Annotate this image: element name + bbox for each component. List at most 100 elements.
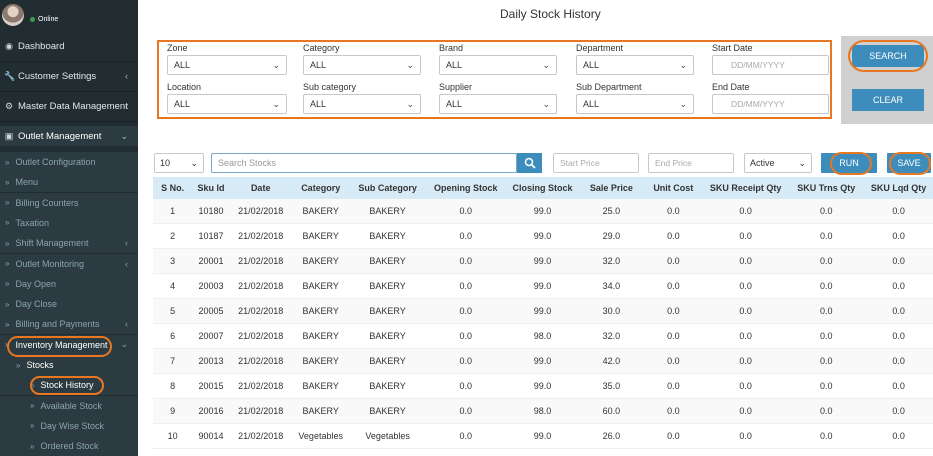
table-cell: BAKERY [369,206,406,216]
column-header[interactable]: Sku Id [192,183,229,193]
column-header[interactable]: Closing Stock [506,183,579,193]
table-row[interactable]: 8 20015 21/02/2018 BAKERY BAKERY 0.0 99.0 35.0 0… [153,374,933,399]
start-price-input[interactable]: Start Price [553,153,639,173]
table-cell: 30.0 [602,306,621,316]
sidebar-item-outlet-monitoring[interactable]: » Outlet Monitoring ‹ [0,253,138,274]
sidebar-item-label: Menu [15,177,38,188]
table-cell: 0.0 [459,256,473,266]
table-cell: 5 [170,306,176,316]
run-button[interactable]: RUN [821,153,877,173]
clear-button[interactable]: CLEAR [852,89,924,111]
table-cell: 99.0 [533,281,552,291]
end-date-input[interactable]: DD/MM/YYYY [712,94,829,114]
angle-double-right-icon: » [5,279,10,289]
user-status: Online [30,16,58,23]
table-cell: 10 [167,431,178,441]
table-cell: 1 [170,206,176,216]
table-cell: 21/02/2018 [238,206,284,216]
sidebar-item-billing-and-payments[interactable]: » Billing and Payments ‹ [0,314,138,335]
supplier-select[interactable]: ALL ⌄ [439,94,557,114]
sidebar-item-menu[interactable]: » Menu [0,172,138,193]
brand-label: Brand [439,43,464,53]
sidebar-item-available-stock[interactable]: » Available Stock [0,395,138,416]
table-row[interactable]: 7 20013 21/02/2018 BAKERY BAKERY 0.0 99.0 42.0 0… [153,349,933,374]
table-header: S No. Sku Id Date Category Sub Category Openi… [153,177,933,199]
table-cell: 3 [170,256,176,266]
sidebar-item-outlet-configuration[interactable]: » Outlet Configuration [0,152,138,172]
category-select[interactable]: ALL ⌄ [303,55,421,75]
column-header[interactable]: Category [292,183,350,193]
table-cell: 0.0 [667,381,680,391]
sidebar-item-day-close[interactable]: » Day Close [0,294,138,315]
column-header[interactable]: Sale Price [579,183,644,193]
sidebar-item-billing-counters[interactable]: » Billing Counters [0,192,138,213]
column-header[interactable]: Opening Stock [425,183,506,193]
chevron-down-icon: ⌄ [679,99,687,109]
column-header[interactable]: SKU Receipt Qty [703,183,789,193]
table-row[interactable]: 2 10187 21/02/2018 BAKERY BAKERY 0.0 99.0 29.0 0… [153,224,933,249]
zone-select[interactable]: ALL ⌄ [167,55,287,75]
sidebar-item-label: Taxation [15,217,49,228]
table-row[interactable]: 1 10180 21/02/2018 BAKERY BAKERY 0.0 99.0 25.0 0… [153,199,933,224]
sidebar-item-dashboard[interactable]: ◉ Dashboard [0,36,138,56]
column-header[interactable]: Unit Cost [644,183,703,193]
save-button[interactable]: SAVE [887,153,931,173]
table-cell: 0.0 [667,431,680,441]
column-header[interactable]: S No. [153,183,192,193]
table-row[interactable]: 4 20003 21/02/2018 BAKERY BAKERY 0.0 99.0 34.0 0… [153,274,933,299]
chevron-left-icon: ‹ [125,101,128,111]
sidebar-item-day-wise-stock[interactable]: » Day Wise Stock [0,415,138,436]
sidebar-item-label: Customer Settings [18,70,97,82]
table-row[interactable]: 5 20005 21/02/2018 BAKERY BAKERY 0.0 99.0 30.0 0… [153,299,933,324]
angle-double-right-icon: » [5,157,10,167]
sidebar-item-shift-management[interactable]: » Shift Management ‹ [0,233,138,254]
search-stocks-button[interactable] [517,153,542,173]
table-cell: 0.0 [892,331,905,341]
sidebar-item-stock-history[interactable]: » Stock History [0,375,138,396]
end-price-input[interactable]: End Price [648,153,734,173]
search-input[interactable]: Search Stocks [211,153,517,173]
sidebar-item-stocks[interactable]: » Stocks [0,355,138,375]
sidebar-item-day-open[interactable]: » Day Open [0,273,138,294]
location-select[interactable]: ALL ⌄ [167,94,287,114]
sub-category-select[interactable]: ALL ⌄ [303,94,421,114]
table-cell: 21/02/2018 [238,381,284,391]
brand-select[interactable]: ALL ⌄ [439,55,557,75]
sidebar-item-inventory-management[interactable]: » Inventory Management ⌄ [0,334,138,355]
table-cell: BAKERY [369,256,406,266]
column-header[interactable]: Date [230,183,292,193]
table-row[interactable]: 6 20007 21/02/2018 BAKERY BAKERY 0.0 98.0 32.0 0… [153,324,933,349]
sidebar-item-label: Available Stock [40,400,102,411]
table-cell: 0.0 [820,381,833,391]
page-size-select[interactable]: 10 ⌄ [154,153,204,173]
sidebar-item-ordered-stock[interactable]: » Ordered Stock [0,436,138,456]
status-select[interactable]: Active ⌄ [744,153,812,173]
department-select[interactable]: ALL ⌄ [576,55,694,75]
chevron-down-icon: ⌄ [120,339,128,350]
chevron-left-icon: ‹ [125,319,128,330]
column-header[interactable]: SKU Trns Qty [788,183,864,193]
sidebar-divider [0,61,138,62]
sidebar-divider [0,121,138,122]
table-row[interactable]: 10 90014 21/02/2018 Vegetables Vegetables 0.0… [153,424,933,449]
table-row[interactable]: 9 20016 21/02/2018 BAKERY BAKERY 0.0 98.0 60.0 0… [153,399,933,424]
table-cell: 0.0 [667,331,680,341]
column-header[interactable]: Sub Category [350,183,426,193]
sidebar-item-taxation[interactable]: » Taxation [0,212,138,233]
location-label: Location [167,82,202,92]
avatar [2,4,24,26]
table-cell: 0.0 [892,356,905,366]
store-icon: ▣ [4,130,14,141]
chevron-down-icon: ⌄ [120,130,128,141]
table-cell: 99.0 [533,381,552,391]
sub-department-select[interactable]: ALL ⌄ [576,94,694,114]
chevron-down-icon: ⌄ [679,60,687,70]
table-cell: BAKERY [302,256,339,266]
table-row[interactable]: 3 20001 21/02/2018 BAKERY BAKERY 0.0 99.0 32.0 0… [153,249,933,274]
sidebar-item-outlet-management[interactable]: ▣ Outlet Management ⌄ [0,126,138,146]
search-button[interactable]: SEARCH [852,45,924,67]
sidebar-item-customer-settings[interactable]: 🔧 Customer Settings ‹ [0,66,138,86]
column-header[interactable]: SKU Lqd Qty [864,183,933,193]
sidebar-item-master-data-management[interactable]: ⚙ Master Data Management ‹ [0,96,138,116]
start-date-input[interactable]: DD/MM/YYYY [712,55,829,75]
